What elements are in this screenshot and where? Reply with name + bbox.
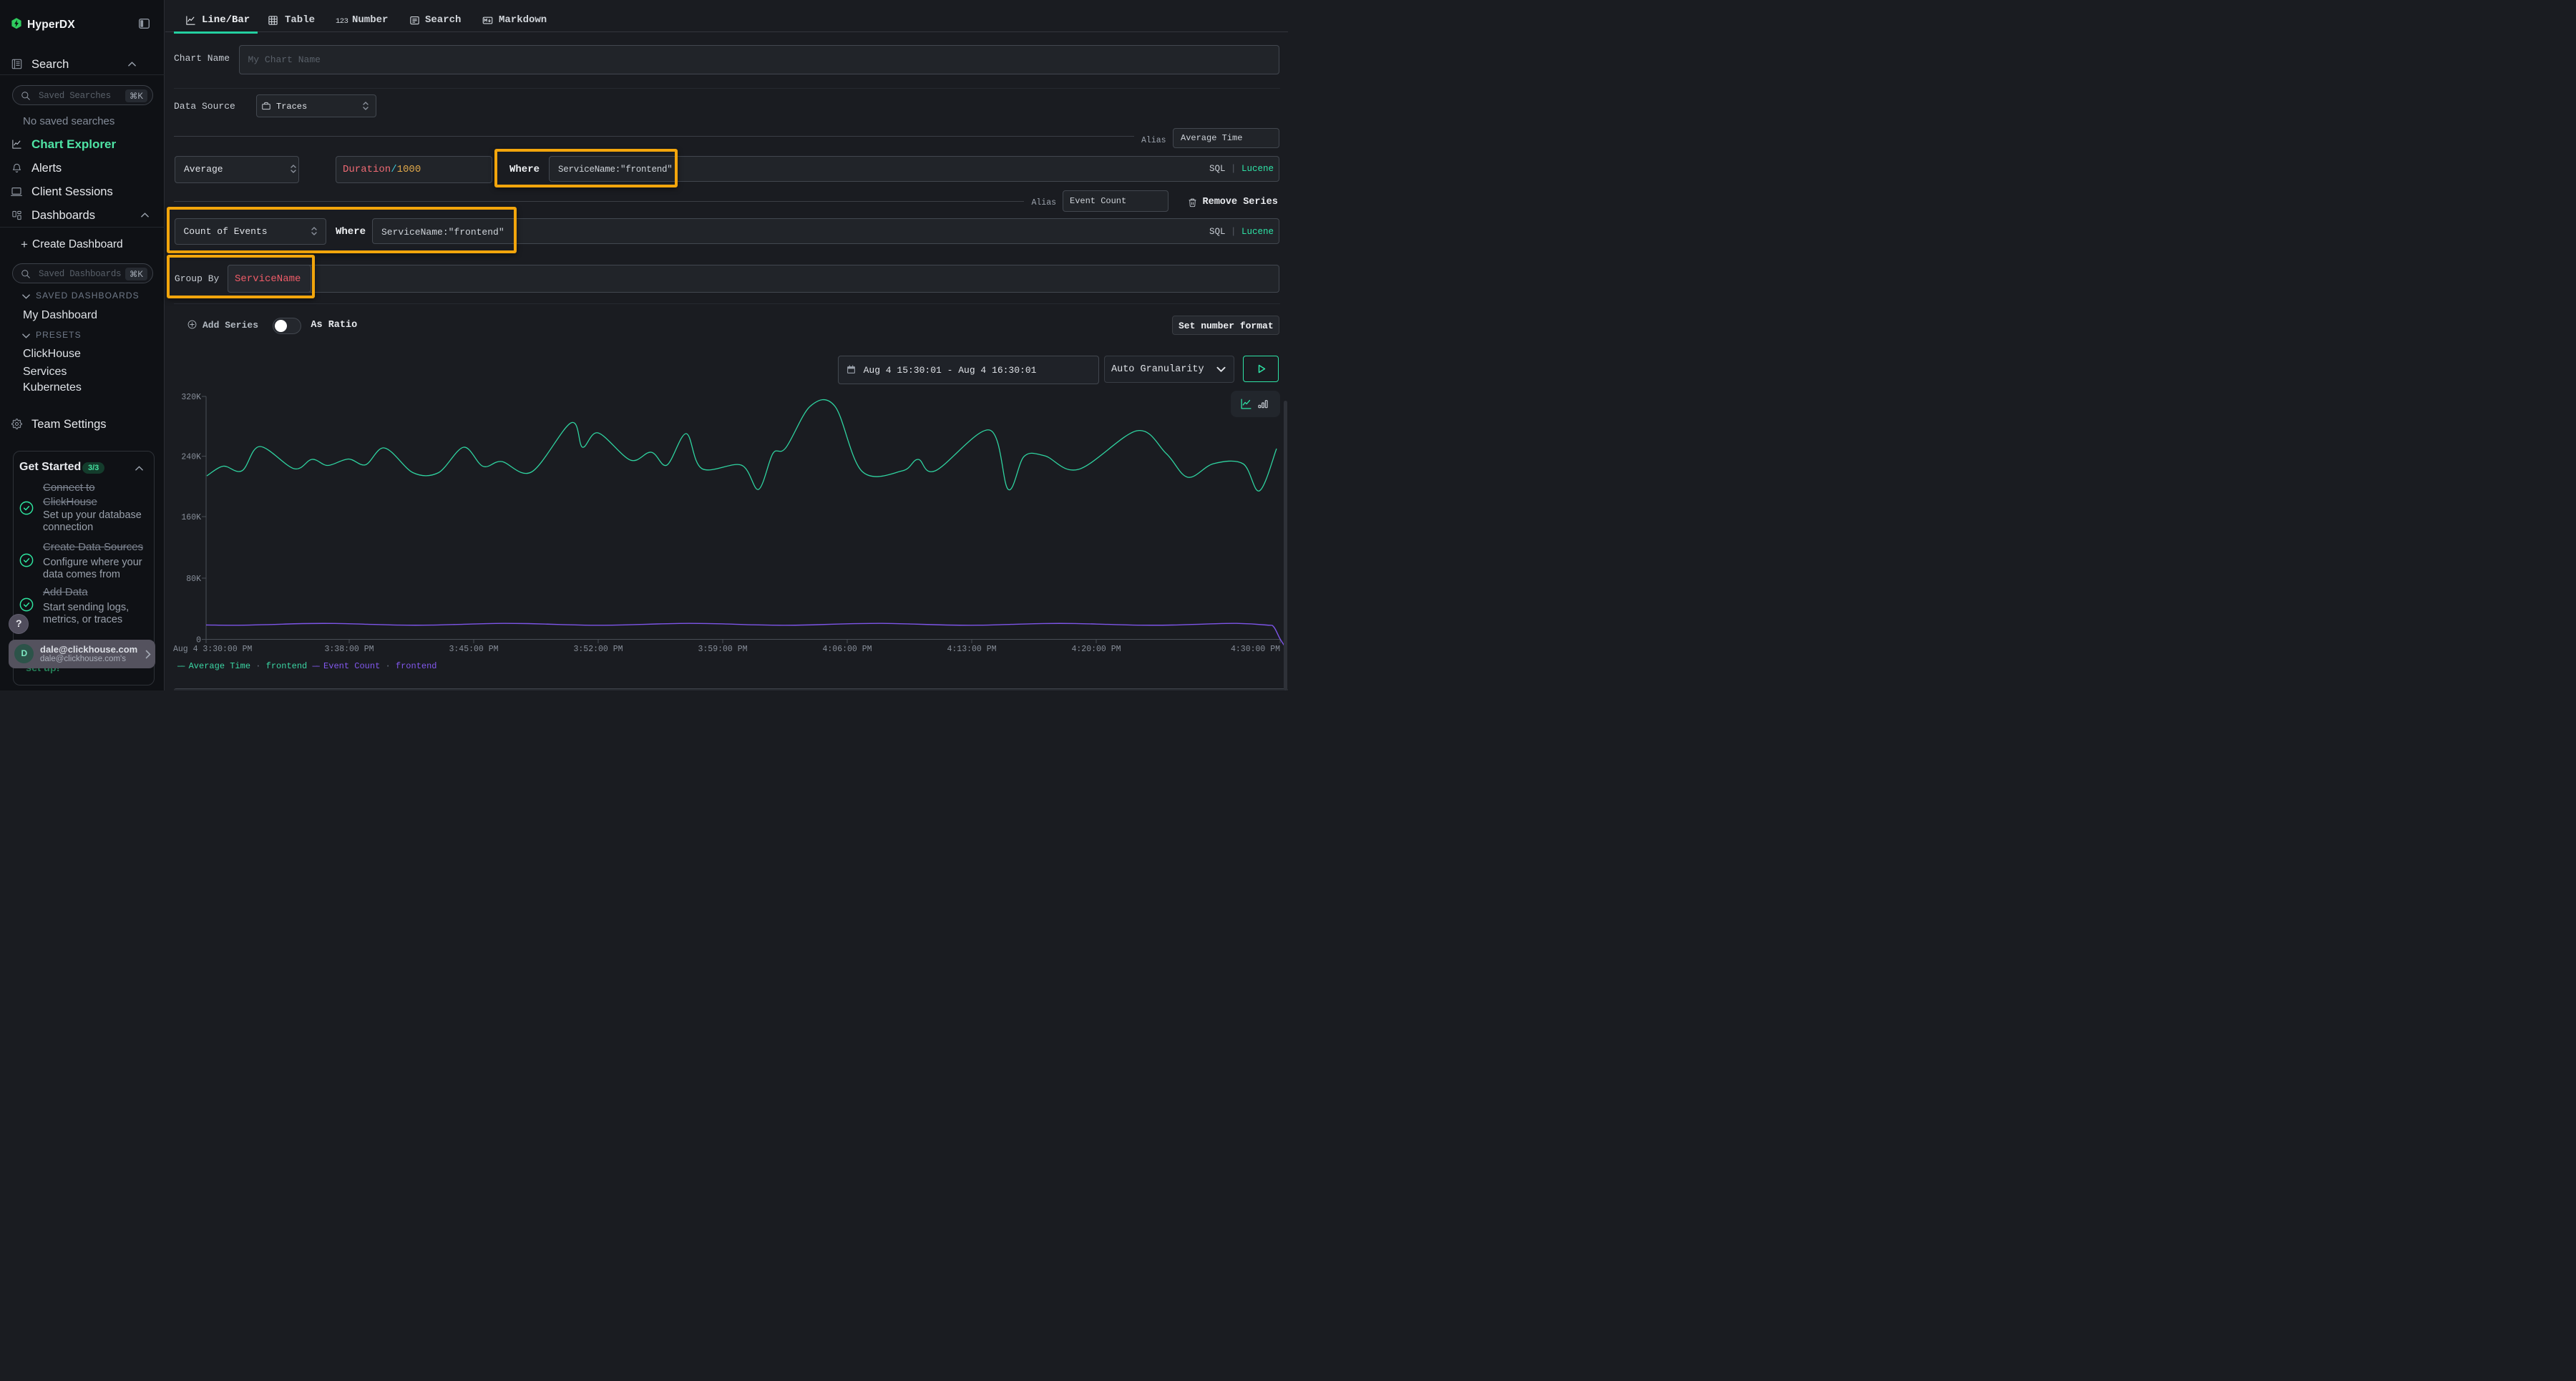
svg-text:3:59:00 PM: 3:59:00 PM bbox=[698, 645, 747, 654]
svg-text:4:30:00 PM: 4:30:00 PM bbox=[1231, 645, 1280, 654]
svg-text:0: 0 bbox=[196, 636, 201, 645]
svg-text:4:13:00 PM: 4:13:00 PM bbox=[947, 645, 996, 654]
svg-text:3:45:00 PM: 3:45:00 PM bbox=[449, 645, 498, 654]
svg-text:320K: 320K bbox=[181, 393, 201, 402]
svg-text:Aug 4 3:30:00 PM: Aug 4 3:30:00 PM bbox=[173, 645, 253, 654]
svg-text:4:06:00 PM: 4:06:00 PM bbox=[822, 645, 872, 654]
svg-text:160K: 160K bbox=[181, 513, 201, 522]
svg-text:4:20:00 PM: 4:20:00 PM bbox=[1071, 645, 1121, 654]
svg-text:240K: 240K bbox=[181, 453, 201, 462]
svg-text:3:38:00 PM: 3:38:00 PM bbox=[324, 645, 374, 654]
svg-text:80K: 80K bbox=[186, 575, 201, 584]
svg-text:3:52:00 PM: 3:52:00 PM bbox=[573, 645, 623, 654]
